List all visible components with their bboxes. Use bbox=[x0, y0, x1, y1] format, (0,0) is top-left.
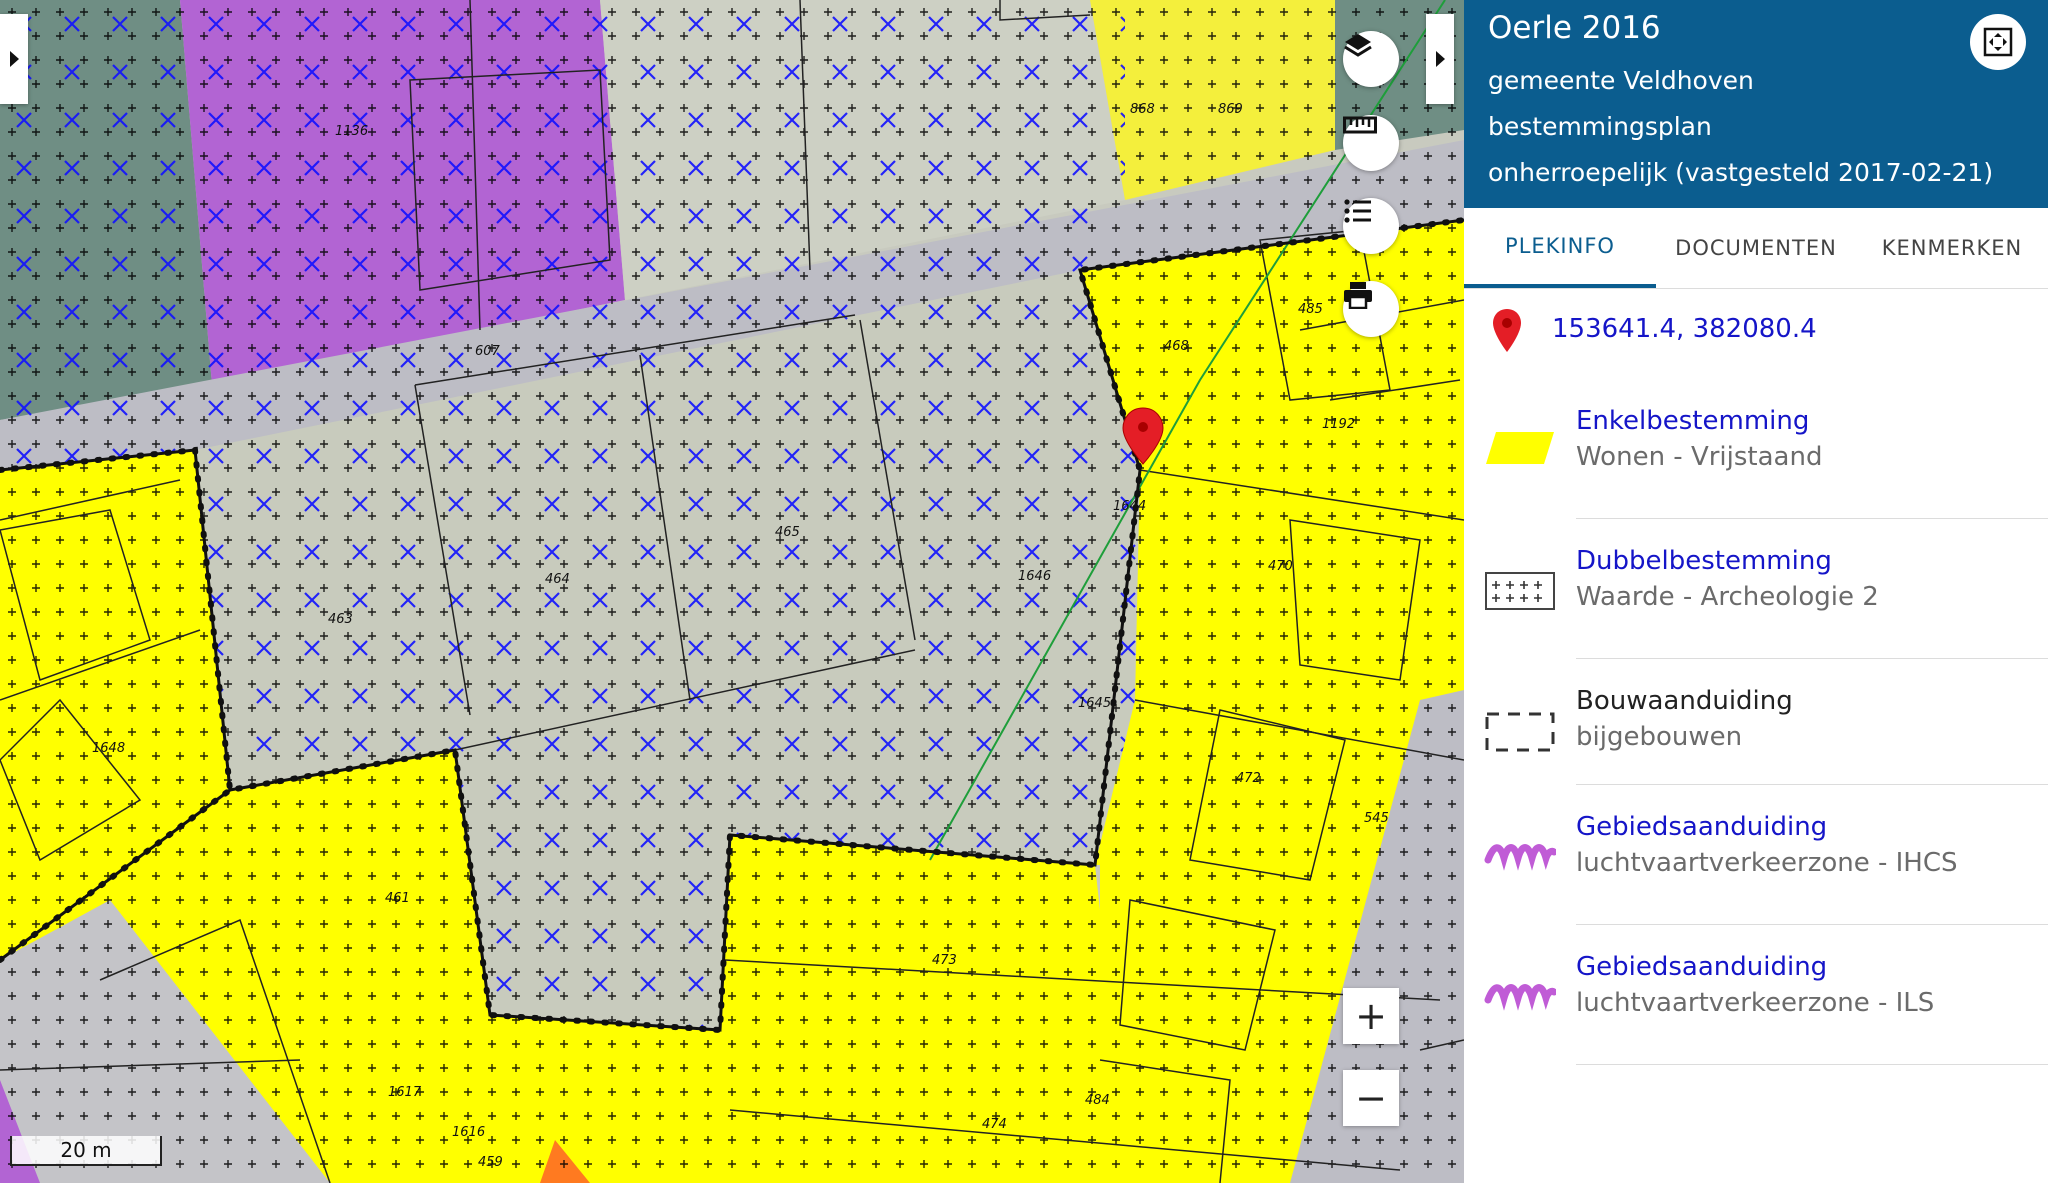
chevron-right-icon bbox=[1435, 51, 1445, 67]
fullscreen-button[interactable] bbox=[1970, 14, 2026, 70]
zoning-map[interactable]: 1136 868 869 607 485 468 1192 1644 465 464 463 1646… bbox=[0, 0, 1464, 1183]
print-icon bbox=[1344, 282, 1372, 309]
tab-plekinfo[interactable]: PLEKINFO bbox=[1464, 208, 1656, 288]
legend-subtitle: Waarde - Archeologie 2 bbox=[1576, 582, 1879, 612]
legend-button[interactable] bbox=[1343, 198, 1399, 254]
layers-button[interactable] bbox=[1343, 31, 1399, 87]
parcel-number-label: 1192 bbox=[1322, 417, 1355, 432]
scale-bar: 20 m bbox=[10, 1136, 162, 1166]
parcel-number-label: 1136 bbox=[335, 124, 368, 139]
divider bbox=[1576, 1064, 2048, 1065]
parcel-number-label: 607 bbox=[475, 344, 501, 359]
parcel-number-label: 470 bbox=[1268, 559, 1293, 574]
purple-zigzag-icon bbox=[1484, 984, 1556, 1011]
tab-documenten[interactable]: DOCUMENTEN bbox=[1656, 208, 1856, 288]
municipality: gemeente Veldhoven bbox=[1488, 66, 1754, 95]
legend-subtitle: luchtvaartverkeerzone - IHCS bbox=[1576, 848, 1958, 878]
plan-type: bestemmingsplan bbox=[1488, 112, 1712, 141]
parcel-number-label: 1617 bbox=[388, 1085, 422, 1100]
info-panel: Oerle 2016 gemeente Veldhoven bestemming… bbox=[1464, 0, 2048, 1183]
fullscreen-icon bbox=[1983, 27, 2013, 57]
parcel-number-label: 484 bbox=[1085, 1093, 1110, 1108]
parcel-number-label: 464 bbox=[545, 572, 570, 587]
parcel-number-label: 1645 bbox=[1078, 696, 1111, 711]
legend-item-dubbelbestemming: Dubbelbestemming Waarde - Archeologie 2 bbox=[1464, 538, 2048, 659]
parcel-number-label: 472 bbox=[1236, 771, 1261, 786]
parcel-number-label: 545 bbox=[1364, 811, 1389, 826]
divider bbox=[1576, 658, 2048, 659]
collapse-panel-button[interactable] bbox=[1426, 14, 1454, 104]
coordinate-row: 153641.4, 382080.4 bbox=[1464, 300, 2048, 368]
parcel-number-label: 868 bbox=[1130, 102, 1155, 117]
parcel-number-label: 473 bbox=[932, 953, 957, 968]
parcel-number-label: 468 bbox=[1164, 339, 1189, 354]
measure-button[interactable] bbox=[1343, 115, 1399, 171]
divider bbox=[1576, 784, 2048, 785]
yellow-parallelogram-icon bbox=[1486, 432, 1554, 464]
plan-status: onherroepelijk (vastgesteld 2017-02-21) bbox=[1488, 158, 1994, 187]
legend-title: Bouwaanduiding bbox=[1576, 686, 1793, 716]
tab-kenmerken[interactable]: KENMERKEN bbox=[1856, 208, 2048, 288]
dashed-rectangle-icon bbox=[1485, 712, 1555, 752]
zoom-in-button[interactable]: + bbox=[1343, 988, 1399, 1044]
chevron-right-icon bbox=[9, 51, 19, 67]
parcel-number-label: 1646 bbox=[1018, 569, 1051, 584]
legend-subtitle: Wonen - Vrijstaand bbox=[1576, 442, 1823, 472]
legend-title[interactable]: Dubbelbestemming bbox=[1576, 546, 1832, 576]
map-canvas[interactable]: 1136 868 869 607 485 468 1192 1644 465 464 463 1646… bbox=[0, 0, 1464, 1183]
map-pin-icon bbox=[1493, 309, 1521, 352]
print-button[interactable] bbox=[1343, 281, 1399, 337]
plus-grid-icon bbox=[1485, 572, 1555, 610]
legend-item-gebiedsaanduiding-ihcs: Gebiedsaanduiding luchtvaartverkeerzone … bbox=[1464, 804, 2048, 925]
divider bbox=[1576, 924, 2048, 925]
parcel-number-label: 1648 bbox=[92, 741, 125, 756]
parcel-number-label: 869 bbox=[1218, 102, 1243, 117]
legend-title[interactable]: Enkelbestemming bbox=[1576, 406, 1809, 436]
parcel-number-label: 474 bbox=[982, 1117, 1007, 1132]
plan-title: Oerle 2016 bbox=[1488, 10, 1661, 46]
expand-left-button[interactable] bbox=[0, 14, 28, 104]
parcel-number-label: 465 bbox=[775, 525, 800, 540]
legend-item-enkelbestemming: Enkelbestemming Wonen - Vrijstaand bbox=[1464, 398, 2048, 519]
parcel-number-label: 1616 bbox=[452, 1125, 485, 1140]
legend-title[interactable]: Gebiedsaanduiding bbox=[1576, 812, 1827, 842]
parcel-number-label: 463 bbox=[328, 612, 353, 627]
panel-header: Oerle 2016 gemeente Veldhoven bestemming… bbox=[1464, 0, 2048, 208]
panel-tabs: PLEKINFO DOCUMENTEN KENMERKEN bbox=[1464, 208, 2048, 289]
zoom-out-button[interactable]: − bbox=[1343, 1070, 1399, 1126]
legend-list-icon bbox=[1344, 199, 1371, 223]
divider bbox=[1576, 518, 2048, 519]
legend-subtitle: luchtvaartverkeerzone - ILS bbox=[1576, 988, 1935, 1018]
legend-item-bouwaanduiding: Bouwaanduiding bijgebouwen bbox=[1464, 678, 2048, 785]
parcel-number-label: 461 bbox=[385, 891, 410, 906]
layers-icon bbox=[1344, 34, 1372, 57]
legend-subtitle: bijgebouwen bbox=[1576, 722, 1743, 752]
parcel-number-label: 1644 bbox=[1113, 499, 1146, 514]
ruler-icon bbox=[1343, 116, 1377, 134]
purple-zigzag-icon bbox=[1484, 844, 1556, 871]
coordinates-link[interactable]: 153641.4, 382080.4 bbox=[1552, 314, 1817, 344]
legend-title[interactable]: Gebiedsaanduiding bbox=[1576, 952, 1827, 982]
parcel-number-label: 459 bbox=[478, 1155, 503, 1170]
legend-item-gebiedsaanduiding-ils: Gebiedsaanduiding luchtvaartverkeerzone … bbox=[1464, 944, 2048, 1065]
parcel-number-label: 485 bbox=[1298, 302, 1323, 317]
